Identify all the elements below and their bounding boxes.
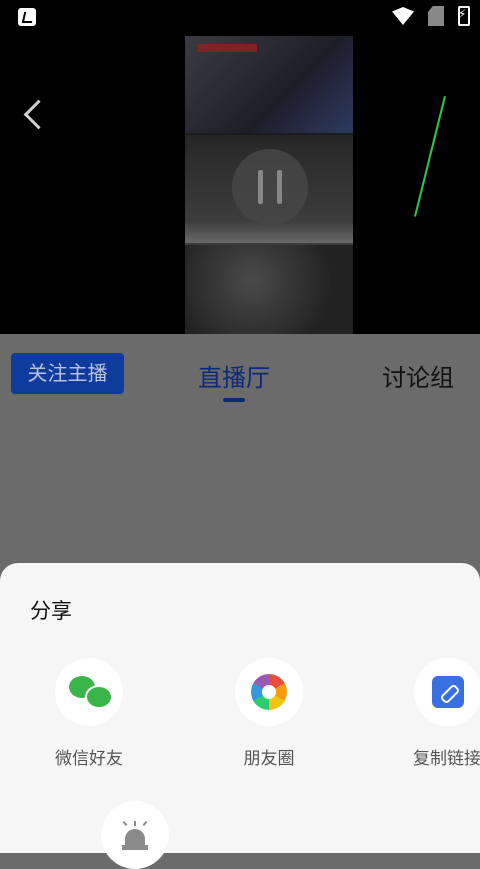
share-label: 复制链接 <box>413 749 480 769</box>
wechat-icon <box>55 658 123 726</box>
video-watermark <box>197 44 257 52</box>
green-line-decoration <box>414 96 446 217</box>
share-copy-link[interactable]: 复制链接 <box>394 658 480 769</box>
battery-icon <box>458 6 470 26</box>
share-label: 微信好友 <box>55 749 123 769</box>
share-moments[interactable]: 朋友圈 <box>214 658 324 769</box>
app-notification-icon <box>18 8 36 26</box>
video-player[interactable] <box>0 36 480 334</box>
share-report[interactable] <box>80 801 190 869</box>
pause-button[interactable] <box>232 149 308 225</box>
moments-icon-circle <box>235 658 303 726</box>
tab-active-indicator <box>223 398 245 402</box>
share-wechat-friends[interactable]: 微信好友 <box>34 658 144 769</box>
video-frame <box>185 36 353 334</box>
alarm-icon-circle <box>101 801 169 869</box>
tab-live-hall[interactable]: 直播厅 <box>198 358 270 393</box>
sim-icon <box>428 6 444 26</box>
wifi-icon <box>392 7 414 25</box>
follow-anchor-button[interactable]: 关注主播 <box>11 353 124 394</box>
link-icon <box>432 676 464 708</box>
video-panel-bottom <box>185 245 353 334</box>
link-icon-circle <box>414 658 480 726</box>
share-label: 朋友圈 <box>243 749 295 769</box>
back-arrow-icon[interactable] <box>23 99 54 130</box>
tab-discussion-group[interactable]: 讨论组 <box>382 358 454 393</box>
tab-bar: 关注主播 直播厅 讨论组 <box>0 334 480 414</box>
moments-icon <box>251 674 287 710</box>
share-title: 分享 <box>30 599 72 623</box>
alarm-icon <box>122 820 148 850</box>
share-sheet: 分享 微信好友 朋友圈 复制链接 <box>0 563 480 869</box>
status-bar <box>0 0 480 36</box>
status-icons <box>392 6 470 26</box>
